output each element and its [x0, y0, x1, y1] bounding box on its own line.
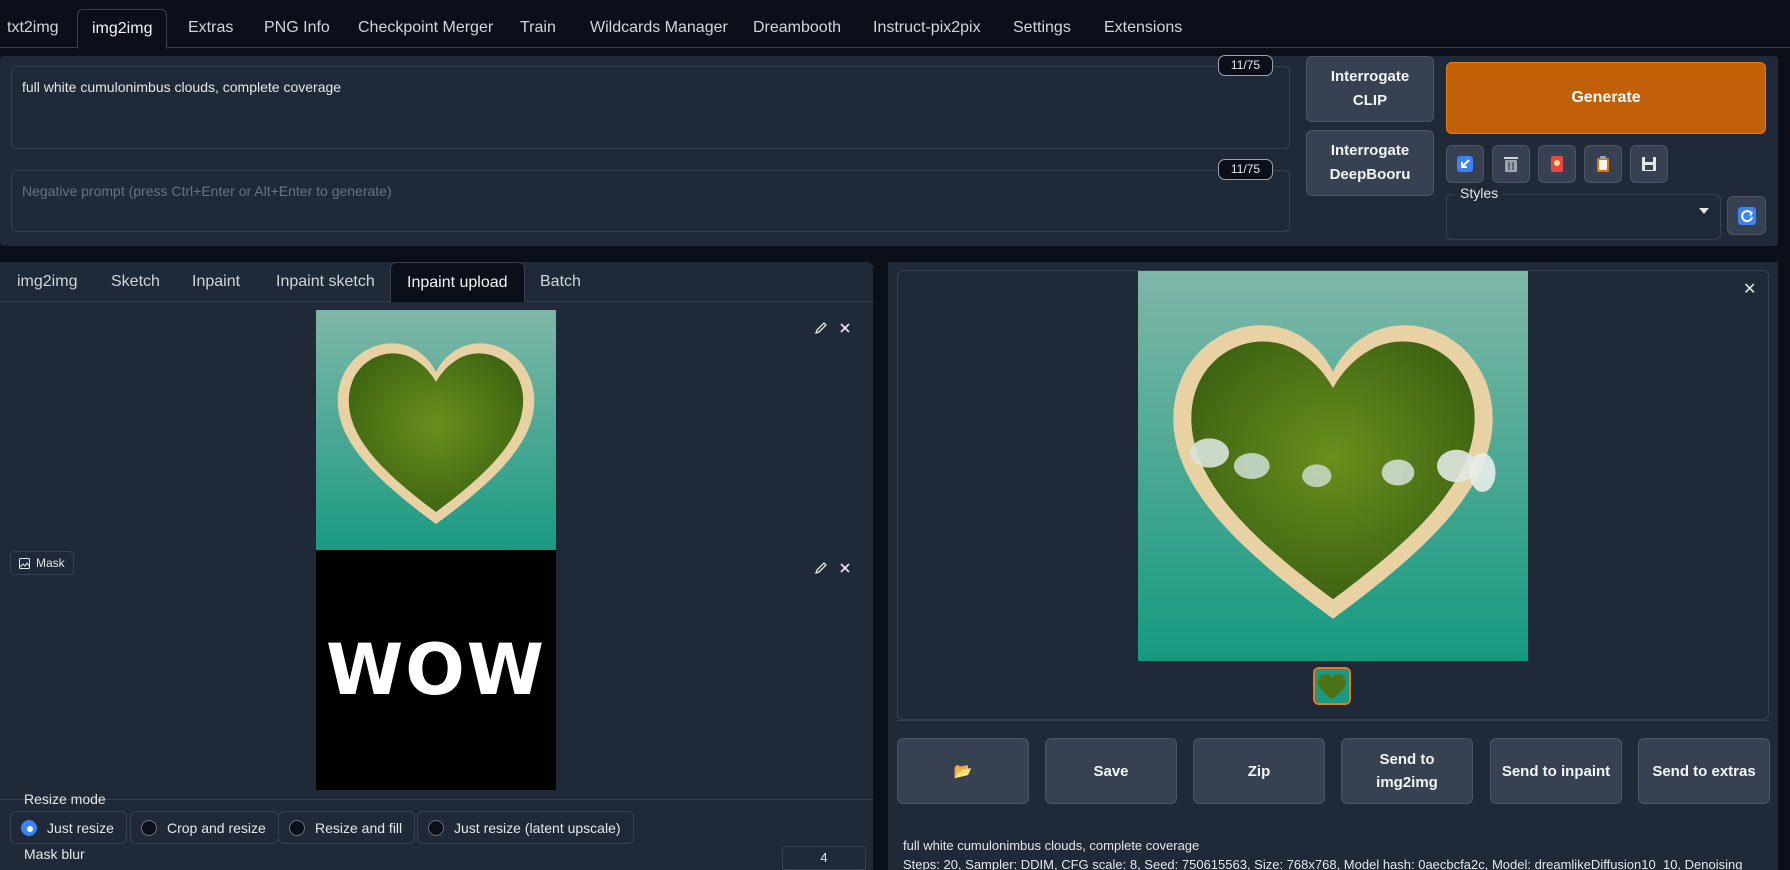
tab-settings[interactable]: Settings [1013, 9, 1071, 48]
save-icon[interactable] [1630, 145, 1668, 183]
radio-checked [21, 819, 37, 836]
mask-blur-input[interactable]: 4 [782, 846, 866, 870]
negative-prompt-token-count: 11/75 [1218, 159, 1273, 180]
interrogate-deepbooru-label-2: DeepBooru [1329, 166, 1411, 183]
input-image[interactable] [316, 310, 556, 550]
mask-label: Mask [10, 551, 74, 575]
interrogate-clip-button[interactable]: Interrogate CLIP [1306, 56, 1434, 122]
interrogate-deepbooru-label-1: Interrogate [1330, 142, 1410, 159]
tab-png-info[interactable]: PNG Info [264, 9, 330, 48]
tab-train[interactable]: Train [520, 9, 556, 48]
tab-extensions[interactable]: Extensions [1104, 9, 1182, 48]
divider [897, 720, 1769, 721]
mask-label-text: Mask [36, 556, 65, 570]
styles-label: Styles [1456, 185, 1503, 201]
resize-option-latent-upscale[interactable]: Just resize (latent upscale) [417, 811, 634, 844]
tab-inpaint[interactable]: Inpaint [192, 262, 240, 302]
save-button[interactable]: Save [1045, 738, 1177, 804]
prompt-token-count: 11/75 [1218, 55, 1273, 76]
output-prompt-text: full white cumulonimbus clouds, complete… [903, 838, 1200, 853]
tab-img2img[interactable]: img2img [77, 9, 168, 49]
card-icon[interactable] [1538, 145, 1576, 183]
refresh-icon [1737, 206, 1756, 225]
zip-button[interactable]: Zip [1193, 738, 1325, 804]
radio [141, 819, 157, 836]
tab-wildcards-manager[interactable]: Wildcards Manager [590, 9, 728, 48]
radio [428, 819, 444, 836]
output-image[interactable] [1138, 271, 1528, 661]
option-label: Just resize [47, 819, 114, 836]
resize-option-resize-and-fill[interactable]: Resize and fill [278, 811, 416, 844]
resize-option-just-resize[interactable]: Just resize [10, 811, 127, 844]
edit-mask-icon[interactable] [811, 558, 831, 578]
generate-button[interactable]: Generate [1446, 62, 1766, 134]
option-label: Crop and resize [167, 819, 266, 836]
chevron-down-icon [1699, 208, 1709, 214]
radio [289, 819, 305, 836]
clipboard-icon[interactable] [1584, 145, 1622, 183]
resize-option-crop-and-resize[interactable]: Crop and resize [130, 811, 279, 844]
option-label: Just resize (latent upscale) [454, 819, 621, 836]
close-mask-icon[interactable] [835, 558, 855, 578]
tab-instruct-pix2pix[interactable]: Instruct-pix2pix [873, 9, 981, 48]
edit-image-icon[interactable] [811, 318, 831, 338]
close-image-icon[interactable] [835, 318, 855, 338]
tab-img2img-mode[interactable]: img2img [17, 262, 77, 302]
open-folder-button[interactable]: 📂 [897, 738, 1029, 804]
mask-blur-label: Mask blur [24, 846, 85, 862]
tab-inpaint-upload[interactable]: Inpaint upload [390, 262, 525, 302]
top-tab-bar: txt2img img2img Extras PNG Info Checkpoi… [0, 0, 1790, 49]
negative-prompt-input[interactable]: Negative prompt (press Ctrl+Enter or Alt… [11, 170, 1290, 232]
interrogate-deepbooru-button[interactable]: Interrogate DeepBooru [1306, 130, 1434, 196]
close-icon[interactable]: ✕ [1743, 279, 1756, 299]
divider [0, 799, 873, 800]
gallery-thumbnail[interactable] [1313, 667, 1351, 705]
option-label: Resize and fill [315, 819, 403, 836]
refresh-styles-button[interactable] [1727, 196, 1766, 235]
send-to-img2img-label-2: img2img [1376, 774, 1438, 791]
tab-inpaint-sketch[interactable]: Inpaint sketch [276, 262, 375, 302]
arrow-icon[interactable] [1446, 145, 1484, 183]
send-to-extras-button[interactable]: Send to extras [1638, 738, 1770, 804]
mask-text: WOW [326, 629, 546, 711]
tab-batch[interactable]: Batch [540, 262, 581, 302]
mask-image[interactable]: WOW [316, 550, 556, 790]
resize-mode-label: Resize mode [24, 791, 106, 807]
tab-sketch[interactable]: Sketch [111, 262, 160, 302]
image-icon [19, 557, 30, 569]
output-params-text: Steps: 20, Sampler: DDIM, CFG scale: 8, … [903, 857, 1743, 870]
tab-txt2img[interactable]: txt2img [7, 9, 59, 48]
prompt-input[interactable]: full white cumulonimbus clouds, complete… [11, 66, 1290, 149]
interrogate-clip-label-1: Interrogate [1330, 68, 1410, 85]
send-to-img2img-label-1: Send to [1379, 751, 1435, 768]
send-to-img2img-button[interactable]: Send to img2img [1341, 738, 1473, 804]
tab-extras[interactable]: Extras [188, 9, 233, 48]
tab-dreambooth[interactable]: Dreambooth [753, 9, 841, 48]
trash-icon[interactable] [1492, 145, 1530, 183]
send-to-inpaint-button[interactable]: Send to inpaint [1490, 738, 1622, 804]
tab-checkpoint-merger[interactable]: Checkpoint Merger [358, 9, 493, 48]
interrogate-clip-label-2: CLIP [1352, 92, 1388, 109]
